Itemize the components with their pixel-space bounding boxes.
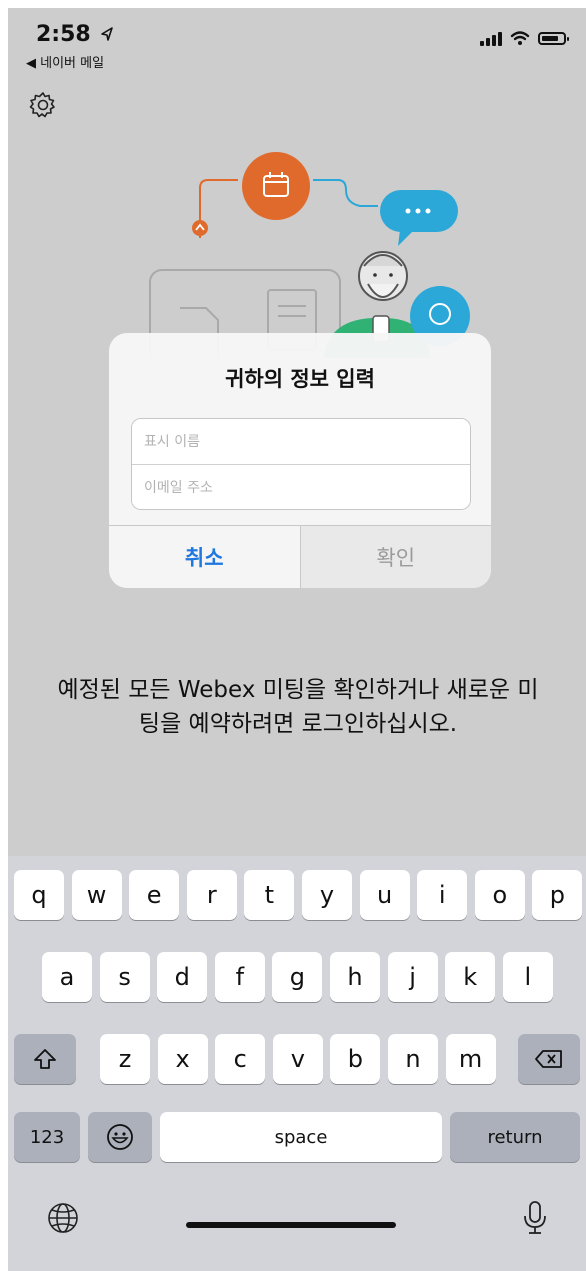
meeting-illustration: [149, 152, 470, 358]
cellular-signal-icon: [480, 30, 502, 46]
dialog-title: 귀하의 정보 입력: [225, 367, 375, 391]
return-key[interactable]: return: [450, 1112, 580, 1162]
battery-icon: [538, 31, 569, 45]
globe-icon[interactable]: [46, 1201, 80, 1235]
onscreen-keyboard: qwertyuiop asdfghjkl zxcvbnm 123 space r…: [8, 856, 586, 1271]
key-w[interactable]: w: [71, 870, 122, 920]
status-icons: [480, 28, 569, 48]
cancel-button[interactable]: 취소: [109, 526, 301, 588]
key-u[interactable]: u: [359, 870, 410, 920]
key-v[interactable]: v: [272, 1034, 323, 1084]
emoji-icon: [107, 1124, 133, 1150]
key-r[interactable]: r: [186, 870, 237, 920]
key-t[interactable]: t: [244, 870, 295, 920]
location-arrow-icon: [101, 27, 113, 41]
key-y[interactable]: y: [302, 870, 352, 920]
dialog-field-group: [131, 418, 471, 510]
status-time: 2:58: [36, 22, 91, 47]
key-l[interactable]: l: [502, 952, 553, 1002]
enter-info-dialog: 귀하의 정보 입력 취소 확인: [109, 333, 491, 588]
settings-gear-icon[interactable]: [28, 90, 58, 120]
key-n[interactable]: n: [388, 1034, 438, 1084]
key-b[interactable]: b: [330, 1034, 381, 1084]
emoji-key[interactable]: [88, 1112, 152, 1162]
wifi-icon: [510, 31, 530, 45]
signin-prompt-message: 예정된 모든 Webex 미팅을 확인하거나 새로운 미팅을 예약하려면 로그인…: [57, 677, 539, 737]
key-h[interactable]: h: [330, 952, 380, 1002]
key-g[interactable]: g: [272, 952, 323, 1002]
email-input[interactable]: [132, 465, 470, 509]
key-k[interactable]: k: [445, 952, 496, 1002]
confirm-button[interactable]: 확인: [300, 526, 491, 588]
key-s[interactable]: s: [99, 952, 150, 1002]
home-indicator[interactable]: [186, 1222, 396, 1228]
key-j[interactable]: j: [387, 952, 438, 1002]
key-m[interactable]: m: [445, 1034, 496, 1084]
key-e[interactable]: e: [129, 870, 180, 920]
phone-screen: 2:58 ◀ 네이버 메일 귀하의 정보 입력 표시 이름 이메일 주소 취소 …: [8, 8, 586, 1271]
backspace-icon: [535, 1050, 562, 1068]
key-f[interactable]: f: [214, 952, 265, 1002]
backspace-key[interactable]: [518, 1034, 580, 1084]
key-i[interactable]: i: [417, 870, 468, 920]
dialog-button-row: 취소 확인: [109, 525, 491, 588]
display-name-input[interactable]: [132, 419, 470, 464]
key-x[interactable]: x: [157, 1034, 208, 1084]
key-d[interactable]: d: [157, 952, 208, 1002]
shift-icon: [34, 1049, 56, 1069]
back-to-app-link[interactable]: ◀ 네이버 메일: [26, 52, 104, 71]
key-p[interactable]: p: [532, 870, 583, 920]
key-a[interactable]: a: [42, 952, 92, 1002]
key-o[interactable]: o: [474, 870, 525, 920]
key-z[interactable]: z: [100, 1034, 150, 1084]
shift-key[interactable]: [14, 1034, 76, 1084]
microphone-icon[interactable]: [522, 1200, 548, 1236]
key-q[interactable]: q: [14, 870, 64, 920]
key-c[interactable]: c: [215, 1034, 266, 1084]
space-key[interactable]: space: [160, 1112, 442, 1162]
numbers-key[interactable]: 123: [14, 1112, 80, 1162]
